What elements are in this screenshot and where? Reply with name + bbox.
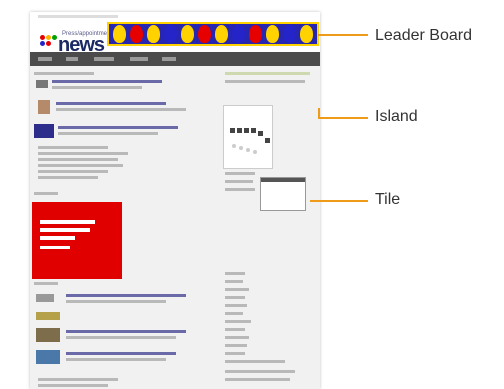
leader-bulb-icon bbox=[130, 25, 143, 43]
leader-bulb-icon bbox=[198, 25, 211, 43]
callout-tile: Tile bbox=[375, 191, 401, 208]
tile-ad bbox=[260, 177, 306, 211]
logo-dots-icon bbox=[38, 34, 58, 50]
island-ad bbox=[223, 105, 273, 169]
site-header: Press/appointment news bbox=[30, 12, 320, 55]
leader-bulb-icon bbox=[147, 25, 160, 43]
leader-bulb-icon bbox=[113, 25, 126, 43]
leader-board-arrow bbox=[318, 34, 368, 36]
callout-island: Island bbox=[375, 108, 418, 125]
nav-bar bbox=[30, 52, 320, 66]
page-thumbnail: Press/appointment news bbox=[30, 12, 320, 389]
callout-leader-board: Leader Board bbox=[375, 27, 472, 44]
leader-bulb-icon bbox=[164, 25, 177, 43]
leader-bulb-icon bbox=[232, 25, 245, 43]
leader-bulb-icon bbox=[266, 25, 279, 43]
leader-board-ad bbox=[107, 22, 319, 46]
leader-bulb-icon bbox=[300, 25, 313, 43]
leader-bulb-icon bbox=[181, 25, 194, 43]
tile-arrow bbox=[310, 200, 368, 202]
island-arrow-vertical bbox=[318, 108, 320, 118]
site-logo: Press/appointment news bbox=[38, 21, 112, 55]
leader-bulb-icon bbox=[215, 25, 228, 43]
leader-bulb-icon bbox=[283, 25, 296, 43]
top-strip bbox=[38, 15, 118, 18]
leader-bulb-icon bbox=[249, 25, 262, 43]
island-arrow bbox=[318, 117, 368, 119]
red-ad bbox=[32, 202, 122, 279]
